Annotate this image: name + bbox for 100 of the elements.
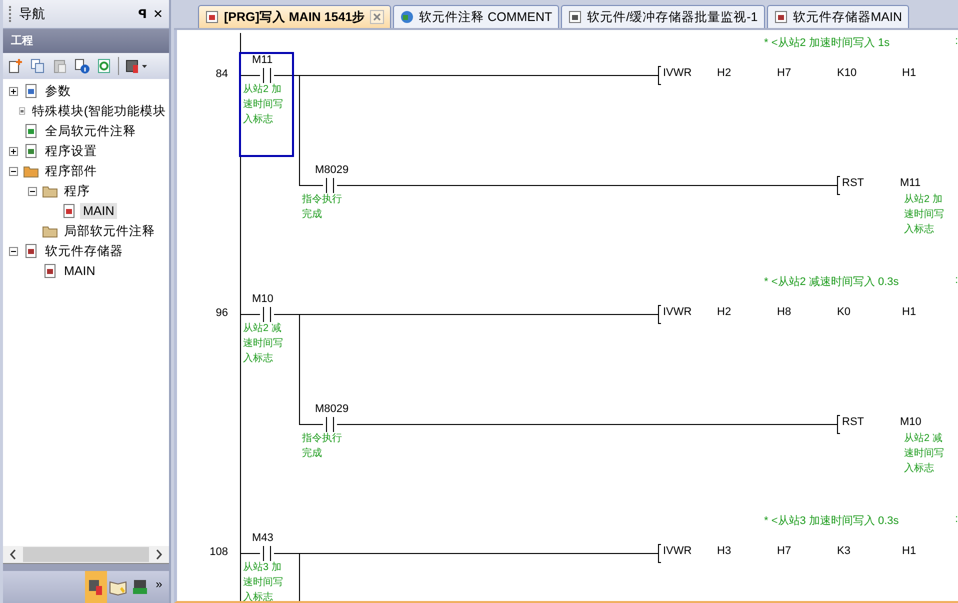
device-comment: 速时间写 xyxy=(904,208,944,222)
document-icon xyxy=(61,203,77,219)
document-tab[interactable]: 软元件注释 COMMENT xyxy=(393,5,560,28)
instruction: IVWR xyxy=(663,306,692,318)
operand: M10 xyxy=(900,416,922,428)
operand: H3 xyxy=(717,545,732,557)
operand: H1 xyxy=(902,545,916,557)
instruction-bracket xyxy=(656,305,662,324)
operand: M11 xyxy=(900,177,921,189)
operand: H1 xyxy=(902,67,916,79)
tree-item[interactable]: 参数 xyxy=(42,82,74,100)
tree-item[interactable]: 特殊模块(智能功能模块 xyxy=(28,102,169,120)
tree-item[interactable]: 程序部件 xyxy=(42,162,100,180)
contact-symbol xyxy=(323,178,337,193)
expand-toggle[interactable] xyxy=(9,86,20,96)
statement-marker: : xyxy=(955,274,958,286)
document-icon xyxy=(23,143,39,159)
statement-comment: * <从站3 加速时间写入 0.3s xyxy=(764,514,899,528)
operand: H1 xyxy=(902,306,916,318)
document-tab[interactable]: 软元件/缓冲存储器批量监视-1 xyxy=(561,5,765,28)
info-icon[interactable] xyxy=(74,58,90,74)
device-comment: 速时间写 xyxy=(904,446,944,461)
operand: K0 xyxy=(837,306,850,318)
device-comment: 完成 xyxy=(302,446,323,461)
operand: H7 xyxy=(777,545,792,557)
statement-comment: * <从站2 加速时间写入 1s xyxy=(764,36,890,50)
document-icon xyxy=(568,10,582,24)
operand: H7 xyxy=(777,67,792,79)
expand-toggle[interactable] xyxy=(9,146,20,156)
project-icon xyxy=(87,578,105,596)
device-comment: 从站2 加 xyxy=(243,82,282,97)
document-tab[interactable]: [PRG]写入 MAIN 1541步 xyxy=(198,5,392,28)
horizontal-scrollbar[interactable] xyxy=(3,546,169,563)
device-comment: 速时间写 xyxy=(243,336,283,351)
close-button[interactable]: ✕ xyxy=(152,7,163,21)
refresh-icon[interactable] xyxy=(96,58,112,74)
splitter-grip[interactable] xyxy=(3,563,169,571)
operand: H2 xyxy=(717,67,732,79)
operand: H8 xyxy=(777,306,792,318)
tree-item[interactable]: MAIN xyxy=(61,263,98,279)
tree-item[interactable]: 局部软元件注释 xyxy=(61,222,158,240)
tree-item[interactable]: MAIN xyxy=(80,203,118,219)
device-comment: 指令执行 xyxy=(302,432,342,446)
device-comment: 入标志 xyxy=(243,352,274,366)
instruction: RST xyxy=(842,416,864,428)
contact-symbol xyxy=(323,417,337,432)
device-comment: 入标志 xyxy=(904,222,935,237)
document-icon xyxy=(774,10,788,24)
document-icon xyxy=(23,243,39,259)
section-header: 工程 xyxy=(3,29,169,53)
document-tab[interactable]: 软元件存储器MAIN xyxy=(766,5,910,28)
navigation-button[interactable] xyxy=(85,571,107,603)
device-comment: 从站2 加 xyxy=(904,192,944,207)
step-number: 96 xyxy=(216,307,228,319)
device-label: M10 xyxy=(252,293,274,305)
device-label: M8029 xyxy=(315,403,349,415)
new-file-icon[interactable] xyxy=(8,58,24,74)
statement-comment: * <从站2 减速时间写入 0.3s xyxy=(764,275,899,289)
collapse-toggle[interactable] xyxy=(9,166,20,176)
contact-symbol xyxy=(260,307,274,322)
device-comment: 入标志 xyxy=(904,462,935,476)
device-label: M11 xyxy=(252,54,273,66)
instruction-bracket xyxy=(656,66,662,85)
statement-marker: : xyxy=(955,513,958,525)
operand: K10 xyxy=(837,67,857,79)
device-comment: 从站3 加 xyxy=(243,560,282,575)
more-button[interactable]: » xyxy=(151,571,167,603)
device-comment: 从站2 减 xyxy=(243,322,282,336)
instruction-bracket xyxy=(656,544,662,563)
tree-item[interactable]: 软元件存储器 xyxy=(42,242,126,260)
step-number: 84 xyxy=(216,68,228,80)
tree-item[interactable]: 程序 xyxy=(61,182,93,200)
device-label: M43 xyxy=(252,532,274,544)
tree-item[interactable]: 程序设置 xyxy=(42,142,100,160)
document-icon xyxy=(23,123,39,139)
collapse-toggle[interactable] xyxy=(9,246,20,256)
computer-icon xyxy=(131,578,149,596)
instruction: IVWR xyxy=(663,545,692,557)
pin-button[interactable]: ꟼ xyxy=(138,7,147,21)
panel-title: 导航 xyxy=(19,5,46,23)
instruction-bracket xyxy=(835,415,841,434)
document-icon xyxy=(23,83,39,99)
operand: H2 xyxy=(717,306,732,318)
tree-item[interactable]: 全局软元件注释 xyxy=(42,122,139,140)
device-comment: 入标志 xyxy=(243,112,274,127)
operand: K3 xyxy=(837,545,850,557)
instruction: RST xyxy=(842,177,864,189)
close-icon[interactable] xyxy=(370,10,384,24)
device-comment: 从站2 减 xyxy=(904,432,944,446)
device-comment: 完成 xyxy=(302,208,323,222)
device-menu-icon[interactable] xyxy=(125,58,149,74)
globe-icon xyxy=(400,10,414,24)
copy-icon[interactable] xyxy=(30,58,46,74)
contact-symbol xyxy=(260,68,274,83)
instruction-bracket xyxy=(835,176,841,195)
device-comment: 速时间写 xyxy=(243,576,283,590)
document-icon xyxy=(42,263,58,279)
device-comment: 指令执行 xyxy=(302,192,342,207)
statement-marker: : xyxy=(955,35,958,47)
collapse-toggle[interactable] xyxy=(28,186,39,196)
